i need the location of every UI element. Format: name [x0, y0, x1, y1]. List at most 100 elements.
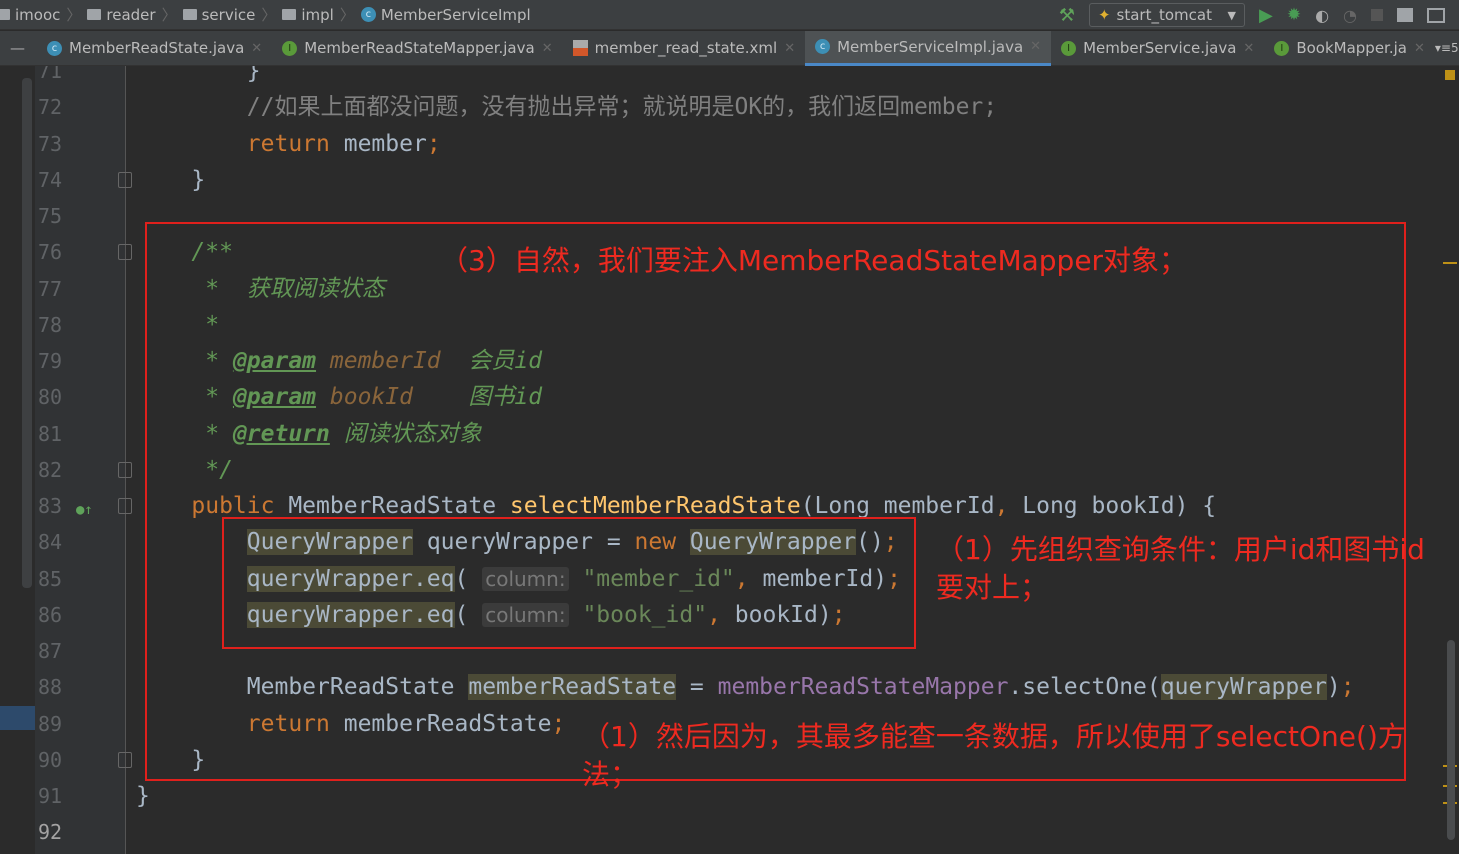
build-hammer-icon[interactable]: ⚒ — [1059, 5, 1075, 26]
line-number: 80 — [38, 385, 63, 410]
breadcrumb-separator: 〉 — [66, 6, 82, 24]
breadcrumb-label: reader — [106, 5, 156, 24]
implements-method-icon[interactable]: ●↑ — [76, 492, 93, 528]
class-icon: c — [47, 40, 62, 56]
breadcrumb-label: imooc — [15, 5, 61, 24]
run-config-select[interactable]: ✦ start_tomcat ▼ — [1088, 3, 1245, 27]
fold-icon[interactable] — [118, 498, 132, 514]
code-line[interactable]: 71} — [0, 66, 1440, 89]
close-icon[interactable]: ✕ — [784, 41, 795, 56]
breadcrumb-label: MemberServiceImpl — [380, 5, 531, 24]
code-text: } — [191, 162, 205, 198]
code-line[interactable]: 92 — [0, 814, 1440, 850]
interface-icon: I — [282, 40, 298, 56]
tab-overflow-button[interactable]: ▾≡5 — [1435, 41, 1459, 55]
line-number: 75 — [38, 204, 63, 228]
tab-label: MemberServiceImpl.java — [837, 37, 1024, 56]
class-icon: c — [360, 7, 376, 22]
tab-memberserviceimpl-java[interactable]: c MemberServiceImpl.java ✕ — [805, 30, 1052, 66]
line-number: 87 — [38, 639, 63, 663]
navigation-bar: imooc 〉 reader 〉 service 〉 impl 〉 c MemberService… — [0, 0, 1459, 30]
fold-icon[interactable] — [118, 171, 132, 188]
fold-icon[interactable] — [118, 244, 132, 261]
tab-label: MemberService.java — [1083, 39, 1237, 57]
breadcrumb-label: service — [201, 5, 256, 24]
run-icon[interactable]: ▶ — [1259, 5, 1273, 26]
code-text: //如果上面都没问题，没有抛出异常；就说明是OK的，我们返回member; — [247, 89, 997, 125]
line-number: 81 — [38, 421, 63, 446]
line-number: 74 — [38, 167, 63, 192]
error-stripe-marker — [1443, 262, 1457, 264]
close-icon[interactable]: ✕ — [1414, 41, 1425, 56]
annotation-condition: （1）先组织查询条件：用户id和图书id要对上； — [936, 533, 1425, 604]
warning-indicator — [1445, 70, 1455, 80]
project-structure-icon[interactable] — [1397, 8, 1413, 22]
tomcat-icon: ✦ — [1097, 6, 1111, 24]
collapse-icon[interactable]: — — [10, 39, 25, 57]
line-number: 79 — [38, 349, 63, 373]
breadcrumb-separator: 〉 — [339, 6, 355, 24]
breadcrumb-item[interactable]: service — [182, 5, 256, 24]
breadcrumb-item[interactable]: imooc — [0, 6, 60, 24]
tab-label: member_read_state.xml — [594, 39, 778, 57]
toolbar: ⚒ ✦ start_tomcat ▼ ▶ ✹ ◐ ◔ — [1059, 0, 1459, 30]
coverage-icon[interactable]: ◐ — [1315, 6, 1329, 25]
line-number: 73 — [38, 131, 63, 156]
tab-label: MemberReadStateMapper.java — [304, 39, 535, 57]
line-number: 89 — [38, 711, 63, 736]
line-number: 77 — [38, 276, 63, 301]
tab-memberreadstate-java[interactable]: c MemberReadState.java ✕ — [37, 31, 272, 66]
terminal-icon[interactable] — [1427, 7, 1445, 23]
profile-icon[interactable]: ◔ — [1343, 6, 1357, 25]
close-icon[interactable]: ✕ — [542, 41, 553, 56]
chevron-down-icon: ▼ — [1227, 8, 1236, 22]
line-number: 76 — [38, 240, 63, 265]
code-token: member — [343, 130, 427, 157]
breadcrumb-item[interactable]: impl — [282, 6, 334, 24]
debug-icon[interactable]: ✹ — [1287, 5, 1301, 25]
tab-bookmapper-ja[interactable]: I BookMapper.ja ✕ — [1264, 31, 1435, 66]
editor-tabs: — c MemberReadState.java ✕ I MemberReadState… — [0, 30, 1459, 66]
code-text: } — [136, 778, 150, 814]
stop-icon[interactable] — [1371, 9, 1383, 21]
line-number: 83 — [38, 494, 63, 518]
class-icon: c — [815, 39, 831, 54]
code-token: return — [246, 130, 344, 157]
line-number: 71 — [38, 66, 63, 83]
tab-label: MemberReadState.java — [69, 39, 245, 57]
fold-icon[interactable] — [118, 461, 132, 478]
code-token: } — [246, 66, 261, 84]
annotation-box-method — [145, 222, 1406, 781]
interface-icon: I — [1274, 40, 1290, 56]
tab-memberservice-java[interactable]: I MemberService.java ✕ — [1051, 31, 1264, 66]
line-number: 90 — [38, 747, 63, 772]
tab-memberreadstatemapper-java[interactable]: I MemberReadStateMapper.java ✕ — [272, 31, 562, 66]
interface-icon: I — [1061, 40, 1077, 56]
tab-label: BookMapper.ja — [1296, 39, 1407, 57]
line-number: 84 — [38, 530, 63, 555]
line-number: 82 — [38, 457, 63, 482]
code-token: } — [136, 783, 150, 809]
run-config-label: start_tomcat — [1116, 6, 1212, 24]
breadcrumb-separator: 〉 — [161, 6, 177, 24]
annotation-box-query — [222, 517, 916, 649]
close-icon[interactable]: ✕ — [1030, 39, 1041, 54]
line-number: 72 — [38, 95, 63, 120]
code-token: } — [191, 166, 206, 193]
line-number: 86 — [38, 602, 63, 627]
code-line[interactable]: 72 //如果上面都没问题，没有抛出异常；就说明是OK的，我们返回member; — [0, 89, 1440, 125]
folder-icon — [182, 9, 197, 20]
breadcrumb-item[interactable]: c MemberServiceImpl — [360, 5, 531, 24]
editor-scrollbar[interactable] — [1447, 640, 1455, 840]
line-number: 85 — [38, 566, 63, 591]
breadcrumb-item[interactable]: reader — [87, 5, 156, 24]
code-line[interactable]: 73 return member; — [0, 126, 1440, 162]
fold-icon[interactable] — [118, 751, 132, 768]
line-number: 91 — [38, 784, 63, 808]
code-text: } — [247, 66, 261, 89]
tab-member-read-state-xml[interactable]: member_read_state.xml ✕ — [563, 31, 805, 66]
code-line[interactable]: 74} — [0, 162, 1440, 198]
close-icon[interactable]: ✕ — [1243, 41, 1254, 56]
code-token: ; — [426, 130, 441, 157]
close-icon[interactable]: ✕ — [251, 41, 262, 56]
